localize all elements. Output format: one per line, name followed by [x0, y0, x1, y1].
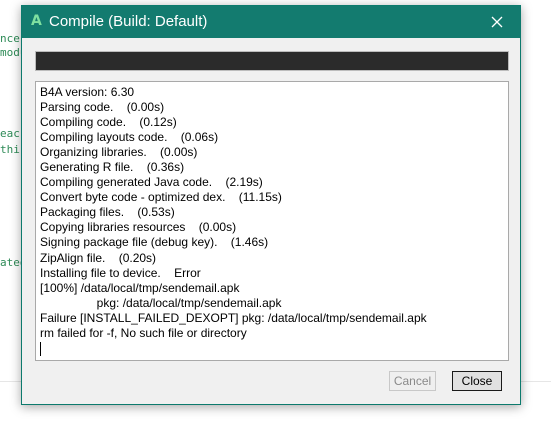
- log-line: Copying libraries resources (0.00s): [40, 220, 237, 235]
- log-line: Organizing libraries. (0.00s): [40, 145, 198, 160]
- code-line: nce: [0, 32, 20, 45]
- log-line: rm failed for -f, No such file or direct…: [40, 325, 247, 340]
- dialog-titlebar[interactable]: A Compile (Build: Default): [22, 6, 520, 38]
- code-line: eac: [0, 127, 20, 140]
- log-line: Generating R file. (0.36s): [40, 160, 185, 175]
- b4a-app-icon: A: [31, 13, 42, 29]
- log-line: Signing package file (debug key). (1.46s…: [40, 235, 269, 250]
- code-line: thi: [0, 143, 20, 156]
- log-line: Compiling layouts code. (0.06s): [40, 130, 219, 145]
- compile-progress-bar: [35, 51, 509, 71]
- log-line: ZipAlign file. (0.20s): [40, 250, 157, 265]
- compile-dialog: A Compile (Build: Default) B4A version: …: [21, 5, 521, 405]
- log-line: Convert byte code - optimized dex. (11.1…: [40, 190, 282, 205]
- dialog-title: Compile (Build: Default): [49, 13, 208, 30]
- compile-log-text: B4A version: 6.30 Parsing code. (0.00s) Co…: [36, 82, 508, 359]
- close-button[interactable]: Close: [452, 371, 502, 391]
- log-line: pkg: /data/local/tmp/sendemail.apk: [40, 295, 282, 310]
- progress-fill: [36, 52, 508, 70]
- log-line: Packaging files. (0.53s): [40, 205, 175, 220]
- log-line: Compiling generated Java code. (2.19s): [40, 175, 263, 190]
- log-line: Compiling code. (0.12s): [40, 115, 177, 130]
- log-line: Installing file to device. Error: [40, 265, 201, 280]
- cancel-button[interactable]: Cancel: [389, 371, 436, 391]
- close-icon[interactable]: [474, 6, 520, 38]
- log-line: Failure [INSTALL_FAILED_DEXOPT] pkg: /da…: [40, 310, 427, 325]
- compile-log[interactable]: B4A version: 6.30 Parsing code. (0.00s) Co…: [35, 81, 509, 361]
- text-caret: [40, 341, 41, 356]
- log-line: [100%] /data/local/tmp/sendemail.apk: [40, 280, 240, 295]
- log-line: B4A version: 6.30: [40, 85, 135, 99]
- log-line: Parsing code. (0.00s): [40, 100, 165, 115]
